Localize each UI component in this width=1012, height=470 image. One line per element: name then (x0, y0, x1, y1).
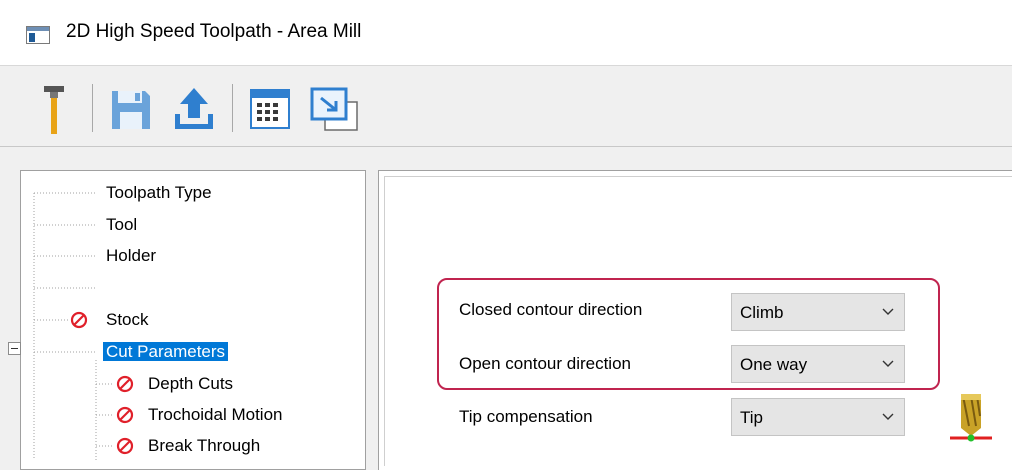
error-icon (116, 375, 134, 393)
tree-item-holder[interactable]: Holder (106, 244, 156, 268)
closed-contour-value: Climb (740, 303, 784, 322)
open-contour-label: Open contour direction (459, 354, 631, 373)
tip-compensation-select[interactable]: Tip (731, 398, 905, 436)
error-icon (116, 437, 134, 455)
tip-compensation-value: Tip (740, 408, 763, 427)
tree-collapse-toggle[interactable] (8, 342, 21, 355)
chevron-down-icon (882, 413, 894, 420)
chevron-down-icon (882, 360, 894, 367)
tree-item-label: Tool (106, 215, 138, 234)
tree-item-label: Cut Parameters (103, 342, 229, 361)
open-contour-value: One way (740, 355, 808, 374)
tree-item-depth-cuts[interactable]: Depth Cuts (116, 372, 316, 396)
tree-item-label: Toolpath Type (106, 183, 212, 202)
chevron-down-icon (882, 308, 894, 315)
tree-item-toolpath-type[interactable]: Toolpath Type (106, 181, 212, 205)
error-icon (116, 406, 134, 424)
closed-contour-label: Closed contour direction (459, 300, 643, 319)
tree-item-trochoidal-motion[interactable]: Trochoidal Motion (116, 403, 336, 427)
tip-compensation-label: Tip compensation (459, 407, 593, 426)
tree-item-label: Holder (106, 246, 157, 265)
error-icon (70, 311, 88, 329)
tree-item-tool[interactable]: Tool (106, 213, 137, 237)
tree-item-break-through[interactable]: Break Through (116, 434, 316, 458)
closed-contour-select[interactable]: Climb (731, 293, 905, 331)
tree-item-label: Depth Cuts (148, 374, 234, 393)
end-mill-tip-icon (950, 394, 992, 442)
open-contour-select[interactable]: One way (731, 345, 905, 383)
tree-item-stock[interactable]: Stock (70, 308, 190, 332)
tree-item-label: Trochoidal Motion (148, 405, 283, 424)
tree-item-label: Break Through (148, 436, 261, 455)
tree-item-cut-parameters[interactable]: Cut Parameters (103, 340, 229, 364)
tree-item-label: Stock (106, 310, 149, 329)
